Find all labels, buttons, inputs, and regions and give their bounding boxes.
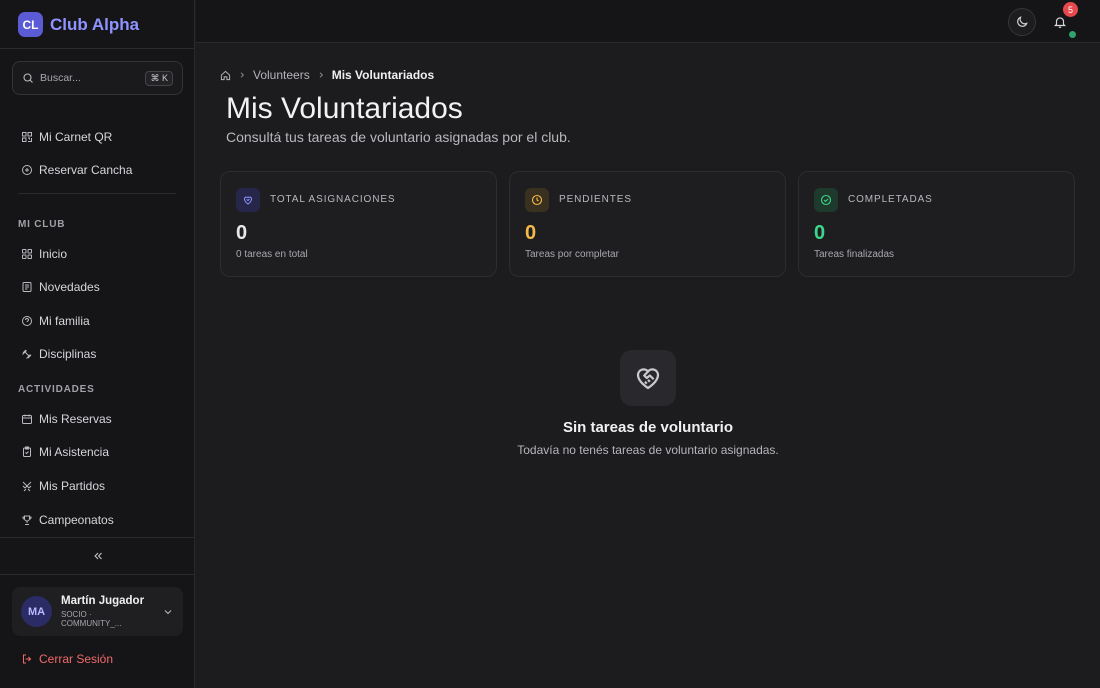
sidebar-item-inicio[interactable]: Inicio [12,240,183,268]
sidebar-item-label: Novedades [39,280,100,294]
stat-label: COMPLETADAS [848,194,933,205]
club-logo: CL [18,12,43,37]
topbar [196,0,1100,43]
check-circle-icon [814,188,838,212]
chevron-down-icon [162,606,174,618]
home-icon[interactable] [220,70,231,81]
divider [0,574,195,575]
sidebar-item-mis-partidos[interactable]: Mis Partidos [12,472,183,500]
stat-card-pendientes: PENDIENTES 0 Tareas por completar [509,171,786,277]
stat-description: 0 tareas en total [236,249,308,260]
logout-label: Cerrar Sesión [39,652,114,666]
empty-state-title: Sin tareas de voluntario [562,419,734,436]
sidebar-item-label: Reservar Cancha [39,163,133,177]
user-name: Martín Jugador [61,595,145,607]
sidebar-item-label: Disciplinas [39,347,97,361]
empty-state-description: Todavía no tenés tareas de voluntario as… [517,443,779,457]
stat-card-completadas: COMPLETADAS 0 Tareas finalizadas [798,171,1075,277]
sidebar-item-label: Inicio [39,247,68,261]
sidebar-item-label: Mis Partidos [39,479,106,493]
stat-value: 0 [814,222,826,244]
dumbbell-icon [21,348,33,360]
sidebar-item-label: Mi Carnet QR [39,130,113,144]
breadcrumb-current: Mis Voluntariados [331,68,435,82]
notification-count-badge: 5 [1063,2,1078,17]
qr-code-icon [21,131,33,143]
grid-icon [21,248,33,260]
trophy-icon [21,514,33,526]
logout-icon [21,653,33,665]
collapse-sidebar-icon[interactable] [91,549,105,563]
section-label-mi-club: MI CLUB [18,219,66,230]
sidebar: CL Club Alpha Buscar... ⌘ K Mi Carnet QR… [0,0,195,688]
search-placeholder: Buscar... [40,72,81,84]
sidebar-item-label: Mi familia [39,314,90,328]
divider [0,537,195,538]
page-subtitle: Consultá tus tareas de voluntario asigna… [226,129,571,145]
sidebar-item-mi-familia[interactable]: Mi familia [12,307,183,335]
sidebar-item-novedades[interactable]: Novedades [12,273,183,301]
club-name: Club Alpha [50,14,140,34]
sidebar-item-campeonatos[interactable]: Campeonatos [12,506,183,534]
brand[interactable]: CL Club Alpha [18,12,139,37]
sidebar-item-disciplinas[interactable]: Disciplinas [12,340,183,368]
user-info: Martín Jugador SOCIO · COMMUNITY_... [61,595,153,628]
chevron-right-icon [238,71,246,79]
theme-toggle-button[interactable] [1008,8,1036,36]
divider [18,193,176,194]
heart-hand-icon [236,188,260,212]
stat-value: 0 [236,222,248,244]
online-status-dot [1069,31,1076,38]
page-title: Mis Voluntariados [226,92,463,125]
breadcrumb: Volunteers Mis Voluntariados [220,67,434,83]
stat-card-total: TOTAL ASIGNACIONES 0 0 tareas en total [220,171,497,277]
breadcrumb-link-volunteers[interactable]: Volunteers [253,68,310,82]
user-role: SOCIO · COMMUNITY_... [61,610,122,628]
stat-description: Tareas finalizadas [814,249,895,260]
divider [0,48,195,49]
sidebar-item-label: Campeonatos [39,513,114,527]
user-menu[interactable]: MA Martín Jugador SOCIO · COMMUNITY_... [12,587,183,636]
stat-label: TOTAL ASIGNACIONES [270,194,396,205]
swords-icon [21,480,33,492]
sidebar-item-reservar-cancha[interactable]: Reservar Cancha [12,156,183,184]
newspaper-icon [21,281,33,293]
sidebar-item-mis-reservas[interactable]: Mis Reservas [12,405,183,433]
sidebar-item-carnet-qr[interactable]: Mi Carnet QR [12,123,183,151]
section-label-actividades: ACTIVIDADES [18,384,95,395]
family-icon [21,315,33,327]
plus-circle-icon [21,164,33,176]
logout-button[interactable]: Cerrar Sesión [21,651,113,667]
stat-value: 0 [525,222,537,244]
chevron-right-icon [317,71,325,79]
clipboard-check-icon [21,446,33,458]
search-input[interactable]: Buscar... ⌘ K [12,61,183,95]
bell-icon [1053,15,1067,29]
moon-icon [1015,15,1029,29]
search-icon [22,72,34,84]
search-shortcut: ⌘ K [145,70,173,86]
stat-label: PENDIENTES [559,194,632,205]
stat-description: Tareas por completar [525,249,619,260]
sidebar-item-label: Mi Asistencia [39,445,110,459]
sidebar-item-label: Mis Reservas [39,412,112,426]
clock-icon [525,188,549,212]
calendar-icon [21,413,33,425]
heart-handshake-icon [620,350,676,406]
sidebar-item-mi-asistencia[interactable]: Mi Asistencia [12,438,183,466]
avatar: MA [21,596,52,627]
